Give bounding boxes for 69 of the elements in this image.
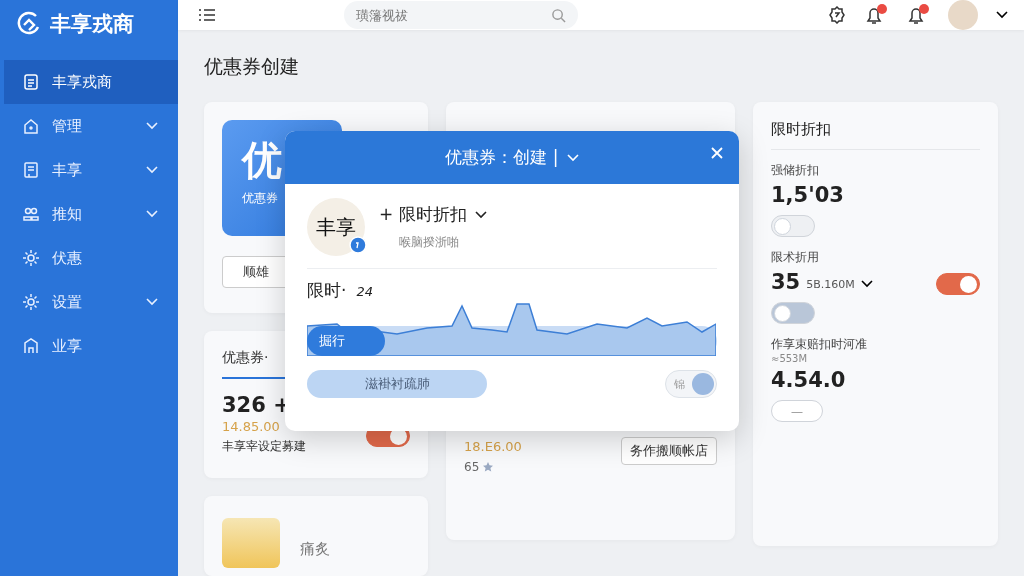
sidebar-item[interactable]: 伏惠 <box>0 236 178 280</box>
document-icon <box>22 73 40 91</box>
sidebar-item-label: 业享 <box>52 336 83 356</box>
sidebar-item[interactable]: 业享 <box>0 324 178 368</box>
option-description: 喉脑揆浙啪 <box>399 234 460 251</box>
dialog-title: 优惠券：创建 | <box>445 146 559 169</box>
option-select[interactable]: + 限时折扣 <box>379 203 467 226</box>
bell-icon[interactable] <box>906 4 930 26</box>
stat-amount: 18.E6.00 <box>464 439 522 454</box>
slider-label: 限时· <box>307 279 347 302</box>
stat-sublabel: ≈553M <box>771 353 809 364</box>
sidebar-item-label: 推知 <box>52 204 83 224</box>
brand-name: 丰享戎商 <box>50 11 134 38</box>
tile-letter: 优 <box>242 140 283 180</box>
toggle-switch[interactable]: 锦 <box>665 370 717 398</box>
star-icon <box>483 462 494 472</box>
chevron-down-icon <box>146 210 158 218</box>
sidebar-item[interactable]: 推知 <box>0 192 178 236</box>
store-avatar: 丰享 <box>307 198 365 256</box>
users-icon <box>22 205 40 223</box>
verified-badge-icon <box>349 236 367 254</box>
stat-value: 1,5'03 <box>771 183 845 207</box>
menu-icon[interactable] <box>198 8 216 22</box>
sidebar-item[interactable]: 丰享戎商 <box>4 60 178 104</box>
home-icon <box>22 117 40 135</box>
form-icon <box>22 161 40 179</box>
toggle-switch[interactable] <box>936 273 980 295</box>
stat-value: 4.54.0 <box>771 368 847 392</box>
sidebar-item[interactable]: 设置 <box>0 280 178 324</box>
stat-note: 65 <box>464 460 480 474</box>
chevron-down-icon <box>146 298 158 306</box>
pill-button[interactable]: — <box>771 400 823 422</box>
chevron-down-icon <box>146 166 158 174</box>
sidebar-item[interactable]: 丰享 <box>0 148 178 192</box>
coupon-bag-icon <box>222 518 280 568</box>
stat-value: 35 <box>771 270 801 294</box>
stat-unit: 5B.160M <box>806 277 855 291</box>
logo-icon <box>16 11 42 37</box>
sidebar-item-label: 伏惠 <box>52 248 83 268</box>
action-button[interactable]: 滋褂衬疏肺 <box>307 370 487 398</box>
gear-icon <box>22 249 40 267</box>
chevron-down-icon <box>146 122 158 130</box>
product-label: 痛炙 <box>300 540 330 559</box>
house-icon <box>22 337 40 355</box>
stat-amount: 14.85.00 <box>222 419 281 434</box>
sidebar-item-label: 丰享 <box>52 160 83 180</box>
stat-label: 强储折扣 <box>771 162 820 179</box>
badge-settings-icon[interactable] <box>828 6 846 24</box>
slider-fill[interactable]: 掘行 <box>307 326 385 356</box>
stat-label: 限术折用 <box>771 249 820 266</box>
stat-note: 丰享宰设定募建 <box>222 438 306 455</box>
chevron-down-icon <box>860 280 873 288</box>
card-title: 限时折扣 <box>771 120 980 150</box>
sidebar-item-label: 丰享戎商 <box>52 72 113 92</box>
search-field[interactable]: 璜籓视祓 <box>344 1 578 29</box>
sidebar-item-label: 设置 <box>52 292 83 312</box>
outline-button[interactable]: 务作搬顺帐店 <box>621 437 717 465</box>
sidebar-item[interactable]: 管理 <box>0 104 178 148</box>
chevron-down-icon <box>474 210 487 219</box>
slider-value: 24 <box>356 284 373 299</box>
tile-caption: 优惠券 <box>242 190 279 207</box>
dropdown-chevron-icon <box>566 153 579 162</box>
page-title: 优惠券创建 <box>204 54 300 79</box>
dropdown-chevron-icon <box>996 11 1008 19</box>
search-icon[interactable] <box>551 8 566 23</box>
bell-icon[interactable] <box>864 4 888 26</box>
gear-icon <box>22 293 40 311</box>
stat-label: 作享束赔扣时河准 <box>771 336 868 353</box>
sidebar-item-label: 管理 <box>52 116 83 136</box>
